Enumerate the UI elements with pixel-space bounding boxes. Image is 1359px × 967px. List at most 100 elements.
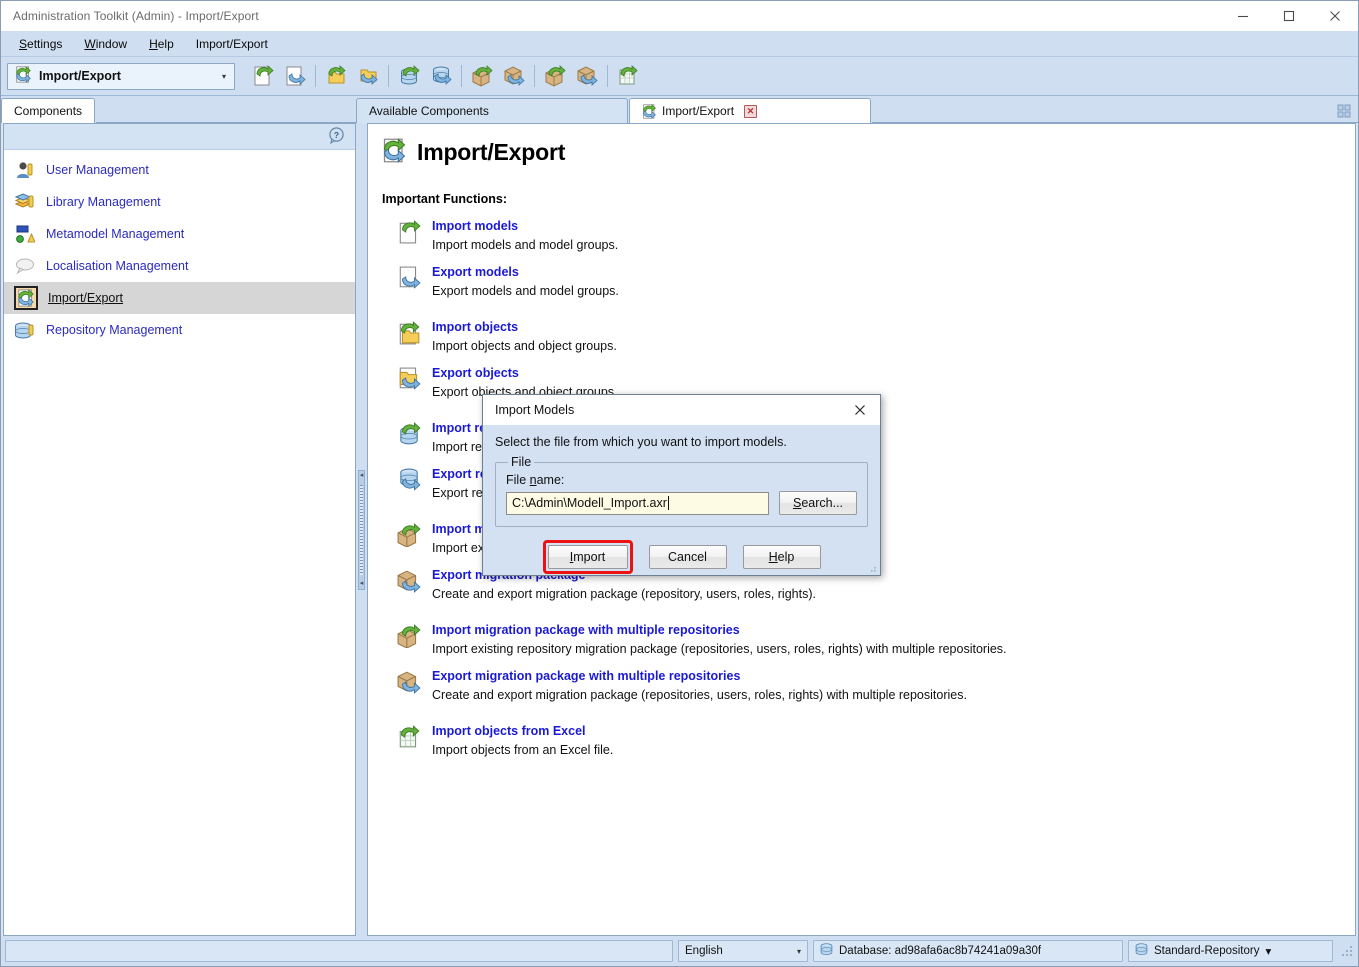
function-link[interactable]: Export objects [432,365,618,382]
file-fieldset-legend: File [511,455,532,469]
sidebar-item-metamodel-management[interactable]: Metamodel Management [4,218,355,250]
function-import-objects-from-excel[interactable]: Import objects from Excel Import objects… [396,723,1355,760]
database-label: Database: ad98afa6ac8b74241a09a30f [839,945,1042,957]
function-link[interactable]: Import objects from Excel [432,723,613,740]
function-link[interactable]: Import models [432,218,618,235]
dialog-resize-grip[interactable] [866,562,877,573]
file-fieldset: File File name: C:\Admin\Modell_Import.a… [495,455,868,527]
function-link[interactable]: Export models [432,264,619,281]
toolbar-separator [534,65,535,87]
function-import-objects[interactable]: Import objects Import objects and object… [396,319,1355,356]
export-repository-icon [396,466,422,496]
export-objects-toolbutton[interactable] [352,60,384,92]
title-bar: Administration Toolkit (Admin) - Import/… [1,1,1358,31]
sidebar-item-repository-management[interactable]: Repository Management [4,314,355,346]
sidebar-item-import-export[interactable]: Import/Export [4,282,355,314]
tab-close-icon[interactable]: ✕ [744,104,758,118]
menu-help[interactable]: Help [139,34,184,54]
tab-group-right: Available Components Import/Export ✕ [356,98,1358,123]
import-migration-package-toolbutton[interactable] [466,60,498,92]
export-models-toolbutton[interactable] [279,60,311,92]
database-status[interactable]: Database: ad98afa6ac8b74241a09a30f [813,940,1123,962]
toolbar-separator [461,65,462,87]
function-group: Import objects from Excel Import objects… [396,723,1355,760]
menu-import-export[interactable]: Import/Export [186,34,278,54]
tab-components-label: Components [14,104,83,118]
function-import-models[interactable]: Import models Import models and model gr… [396,218,1355,255]
sidebar-item-library-management[interactable]: Library Management [4,186,355,218]
menu-bar: SSettingsettings Window Help Import/Expo… [1,31,1358,57]
component-selector-combo[interactable]: Import/Export ▾ [7,62,235,90]
status-bar: English ▾ Database: ad98afa6ac8b74241a09… [1,936,1358,966]
function-import-migration-package-multi[interactable]: Import migration package with multiple r… [396,622,1355,659]
page-title: Import/Export [368,124,1355,166]
import-repository-toolbutton[interactable] [393,60,425,92]
text-caret [667,496,669,510]
export-objects-icon [396,365,422,395]
splitter-handle[interactable]: ◂ ◂ [358,469,365,590]
splitter-grip [360,484,363,575]
window-title: Administration Toolkit (Admin) - Import/… [13,8,259,23]
tab-available-components-label: Available Components [369,104,489,118]
function-link[interactable]: Export migration package with multiple r… [432,668,967,685]
window-controls [1220,1,1358,31]
file-name-input[interactable]: C:\Admin\Modell_Import.axr [506,491,769,515]
import-models-toolbutton[interactable] [247,60,279,92]
help-button[interactable]: Help [742,545,821,569]
import-excel-icon [396,723,422,753]
import-export-icon [14,286,38,310]
search-button[interactable]: Search... [779,491,857,515]
section-title: Important Functions: [382,192,507,206]
chevron-down-icon: ▾ [1265,946,1272,958]
function-group: Import migration package with multiple r… [396,622,1355,705]
metamodel-management-icon [14,223,36,245]
export-migration-package-multi-toolbutton[interactable] [571,60,603,92]
tab-components[interactable]: Components [1,98,96,123]
export-package-icon [396,668,422,698]
close-icon[interactable] [1312,1,1358,31]
file-name-value: C:\Admin\Modell_Import.axr [512,496,667,510]
splitter-expand-icon[interactable]: ◂ [360,580,364,587]
sidebar-item-localisation-management[interactable]: Localisation Management [4,250,355,282]
close-icon[interactable] [844,396,876,424]
language-combo[interactable]: English ▾ [678,940,808,962]
function-export-models[interactable]: Export models Export models and model gr… [396,264,1355,301]
minimize-icon[interactable] [1220,1,1266,31]
import-objects-from-excel-toolbutton[interactable] [612,60,644,92]
sidebar-splitter[interactable]: ◂ ◂ [356,123,367,936]
tab-strip: Components Available Components Import/E… [1,96,1358,123]
function-link[interactable]: Import migration package with multiple r… [432,622,1007,639]
tab-available-components[interactable]: Available Components [356,98,628,123]
import-migration-package-multi-toolbutton[interactable] [539,60,571,92]
database-icon [1135,942,1148,960]
chevron-down-icon: ▾ [796,946,801,956]
import-objects-toolbutton[interactable] [320,60,352,92]
dialog-title-bar: Import Models [483,395,880,425]
sidebar-item-label: Repository Management [46,323,183,337]
database-icon [820,942,833,960]
tab-import-export[interactable]: Import/Export ✕ [629,98,871,123]
sidebar-item-user-management[interactable]: User Management [4,154,355,186]
export-migration-package-toolbutton[interactable] [498,60,530,92]
cancel-button[interactable]: Cancel [648,545,727,569]
maximize-icon[interactable] [1266,1,1312,31]
function-export-migration-package-multi[interactable]: Export migration package with multiple r… [396,668,1355,705]
tile-windows-icon[interactable] [1336,103,1352,119]
resize-grip[interactable] [1340,944,1354,958]
import-repository-icon [396,420,422,450]
function-link[interactable]: Import objects [432,319,617,336]
menu-window[interactable]: Window [74,34,137,54]
tab-import-export-label: Import/Export [662,104,735,118]
tab-filler [96,98,356,123]
file-name-label: File name: [506,473,565,487]
import-button[interactable]: Import [547,545,628,569]
status-message [5,940,673,962]
library-management-icon [14,191,36,213]
export-repository-toolbutton[interactable] [425,60,457,92]
repository-combo[interactable]: Standard-Repository ▾ [1128,940,1333,962]
menu-settings[interactable]: SSettingsettings [9,34,72,54]
splitter-collapse-icon[interactable]: ◂ [360,472,364,479]
help-icon[interactable]: ? [328,126,345,147]
component-selector-label: Import/Export [39,69,121,83]
localisation-management-icon [14,255,36,277]
